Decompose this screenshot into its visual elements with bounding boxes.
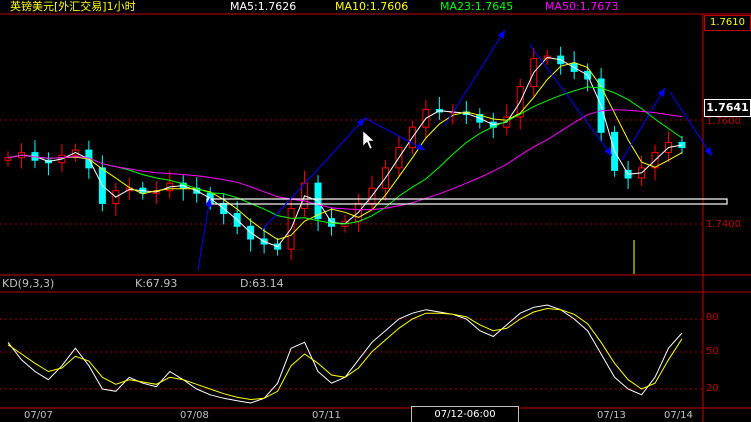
trend-arrow-head [604,147,612,156]
date-label: 07/07 [24,410,53,421]
price-axis-top-label: 1.7610 [704,15,751,31]
trend-arrow [444,29,506,126]
cursor-date-label: 07/12-06:00 [411,406,519,422]
chart-title: 英镑美元[外汇交易]1小时 [10,0,136,13]
kd-indicator-name: KD(9,3,3) [2,277,55,290]
ma50-legend: MA50:1.7673 [545,0,619,13]
price-axis-label: 1.7600 [706,116,741,127]
candle-body [4,157,12,161]
trend-arrow [364,117,426,151]
kd-axis-label: 50 [706,346,719,357]
date-label: 07/11 [312,410,341,421]
current-price-label: 1.7641 [704,99,751,117]
kd-d-line [7,307,683,401]
ma5-legend: MA5:1.7626 [230,0,297,13]
trend-arrow-head [416,143,425,150]
trend-arrow [621,87,666,161]
trend-arrow [197,197,211,271]
trend-arrow [261,117,366,231]
kd-axis-label: 20 [706,383,719,394]
kd-k-value: K:67.93 [135,277,178,290]
kd-k-line [7,304,683,404]
date-label: 07/14 [664,410,693,421]
mouse-cursor-icon [362,130,375,150]
date-label: 07/13 [597,410,626,421]
trend-arrow-head [657,88,665,97]
price-axis-label: 1.7400 [706,219,741,230]
trend-arrow-head [497,30,505,39]
date-label: 07/08 [180,410,209,421]
ma23-legend: MA23:1.7645 [440,0,514,13]
ma50-line [7,109,683,211]
chart-canvas[interactable] [0,0,751,422]
trend-arrow-head [704,147,712,156]
support-channel-box [206,198,728,205]
kd-axis-label: 80 [706,312,719,323]
kd-d-value: D:63.14 [240,277,284,290]
forex-chart-window: 英镑美元[外汇交易]1小时 MA5:1.7626 MA10:1.7606 MA2… [0,0,751,422]
ma10-legend: MA10:1.7606 [335,0,409,13]
